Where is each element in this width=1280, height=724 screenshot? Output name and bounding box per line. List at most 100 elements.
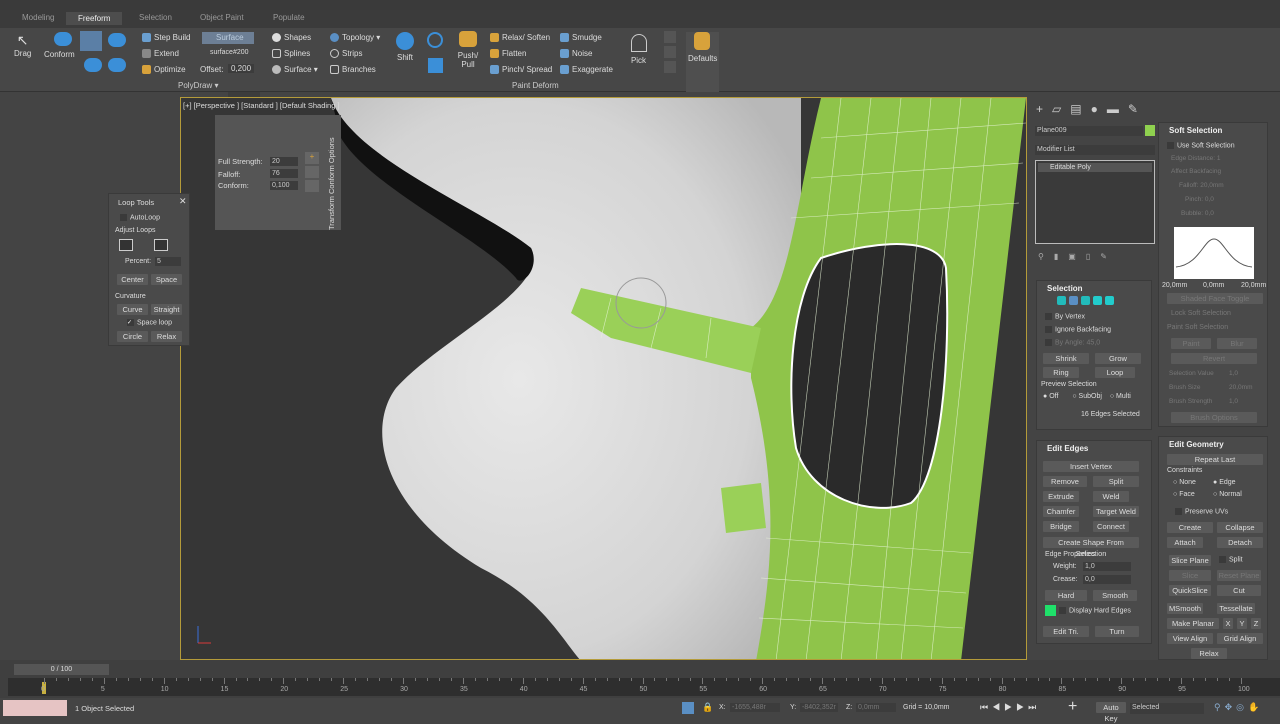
y-coordinate[interactable]: -8402,352r [800, 703, 838, 712]
pick-button[interactable]: Pick [630, 34, 647, 65]
branches-button[interactable]: Branches [330, 65, 376, 75]
selection-lock-icon[interactable] [682, 702, 694, 714]
y-button[interactable]: Y [1237, 618, 1247, 629]
relax-soften-button[interactable]: Relax/ Soften [490, 33, 550, 43]
element-icon[interactable] [1105, 296, 1114, 306]
preview-off-radio[interactable]: ● Off [1043, 393, 1058, 400]
loop-button[interactable]: Loop [1095, 367, 1135, 378]
repeat-last-button[interactable]: Repeat Last [1167, 454, 1263, 465]
set-key-icon[interactable]: + [1068, 698, 1077, 716]
make-planar-button[interactable]: Make Planar [1167, 618, 1219, 629]
preserve-uvs-checkbox[interactable]: Preserve UVs [1175, 508, 1228, 515]
polygon-icon[interactable] [1093, 296, 1102, 306]
conform-rotate-icon[interactable] [108, 33, 126, 47]
surface-pick-button[interactable]: Surface [202, 32, 254, 44]
flatten-button[interactable]: Flatten [490, 49, 526, 59]
grow-button[interactable]: Grow [1095, 353, 1141, 364]
brush-options-button[interactable]: Brush Options [1171, 412, 1257, 423]
pinch-spread-button[interactable]: Pinch/ Spread [490, 65, 552, 75]
surface-button[interactable]: Surface ▾ [272, 65, 318, 75]
lock-soft-selection-checkbox[interactable]: Lock Soft Selection [1171, 310, 1231, 317]
full-strength-input[interactable]: 20 [270, 157, 298, 166]
shift-button[interactable]: Shift [396, 32, 414, 62]
undo-icon[interactable] [664, 61, 676, 73]
x-coordinate[interactable]: -1655,488r [730, 703, 780, 712]
slice-button[interactable]: Slice [1169, 570, 1211, 581]
ring-button[interactable]: Ring [1043, 367, 1079, 378]
viewport-label[interactable]: [+] [Perspective ] [Standard ] [Default … [183, 101, 340, 110]
split-checkbox[interactable]: Split [1219, 556, 1243, 563]
conform-input[interactable]: 0,100 [270, 181, 298, 190]
create-shape-button[interactable]: Create Shape From Selection [1043, 537, 1139, 558]
extend-button[interactable]: Extend [142, 49, 179, 59]
shift-scale-icon[interactable] [428, 58, 443, 73]
conform-options-title[interactable]: Transform Conform Options [327, 137, 336, 230]
noise-button[interactable]: Noise [560, 49, 592, 59]
falloff-input[interactable]: 76 [270, 169, 298, 178]
stack-item-editable-poly[interactable]: Editable Poly [1038, 163, 1152, 172]
falloff-field[interactable]: Falloff: 20,0mm [1179, 182, 1224, 189]
viewport-nav-icons[interactable]: ⚲✥◎✋ [1214, 702, 1263, 713]
tab-object-paint[interactable]: Object Paint [200, 13, 244, 22]
edge-icon[interactable] [1069, 296, 1078, 306]
vertex-icon[interactable] [1057, 296, 1066, 306]
create-button[interactable]: Create [1167, 522, 1213, 533]
paint-button[interactable]: Paint [1171, 338, 1211, 349]
stack-tools[interactable]: ⚲▮▣▯✎ [1038, 252, 1117, 261]
constraint-normal-radio[interactable]: ○ Normal [1213, 491, 1242, 498]
quickslice-button[interactable]: QuickSlice [1169, 585, 1211, 596]
bridge-button[interactable]: Bridge [1043, 521, 1079, 532]
strips-button[interactable]: Strips [330, 49, 362, 59]
pinch-field[interactable]: Pinch: 0,0 [1185, 196, 1214, 203]
auto-key-button[interactable]: Auto Key [1096, 702, 1126, 723]
brush-size-input[interactable]: 20,0mm [1229, 384, 1252, 391]
by-vertex-checkbox[interactable]: By Vertex [1045, 313, 1085, 320]
check-icon[interactable] [664, 31, 676, 43]
sphere-icon[interactable] [305, 180, 319, 192]
tab-modeling[interactable]: Modeling [22, 13, 54, 22]
maxscript-listener[interactable] [3, 700, 67, 716]
close-icon[interactable]: ✕ [179, 196, 187, 207]
step-build-button[interactable]: Step Build [142, 33, 190, 43]
key-mode-dropdown[interactable]: Selected [1130, 703, 1204, 714]
hard-edge-color-swatch[interactable] [1045, 605, 1056, 616]
connect-button[interactable]: Connect [1093, 521, 1129, 532]
x-icon[interactable] [664, 46, 676, 58]
edge-distance[interactable]: Edge Distance: 1 [1171, 155, 1221, 162]
display-hard-edges-checkbox[interactable]: Display Hard Edges [1059, 607, 1131, 614]
revert-button[interactable]: Revert [1171, 353, 1257, 364]
remove-button[interactable]: Remove [1043, 476, 1087, 487]
center-button[interactable]: Center [117, 274, 148, 285]
chamfer-button[interactable]: Chamfer [1043, 506, 1079, 517]
object-name-input[interactable]: Plane009 [1035, 126, 1143, 136]
border-icon[interactable] [1081, 296, 1090, 306]
lock-icon[interactable]: 🔒 [702, 702, 713, 713]
relax-button[interactable]: Relax [1191, 648, 1227, 659]
attach-button[interactable]: Attach [1167, 537, 1203, 548]
space-loop-checkbox[interactable]: ✓ Space loop [127, 319, 172, 326]
slice-plane-button[interactable]: Slice Plane [1169, 555, 1211, 566]
curve-button[interactable]: Curve [117, 304, 148, 315]
weld-button[interactable]: Weld [1093, 491, 1129, 502]
straight-button[interactable]: Straight [151, 304, 182, 315]
use-soft-selection-checkbox[interactable]: Use Soft Selection [1167, 142, 1235, 149]
modifier-list-dropdown[interactable]: Modifier List [1035, 145, 1155, 155]
tab-selection[interactable]: Selection [139, 13, 172, 22]
turn-button[interactable]: Turn [1095, 626, 1139, 637]
conform-brush-icon[interactable] [108, 58, 126, 72]
by-angle-checkbox[interactable]: By Angle: 45,0 [1045, 339, 1100, 346]
x-button[interactable]: X [1223, 618, 1233, 629]
view-align-button[interactable]: View Align [1167, 633, 1213, 644]
bubble-field[interactable]: Bubble: 0,0 [1181, 210, 1214, 217]
constraint-none-radio[interactable]: ○ None [1173, 479, 1196, 486]
collapse-button[interactable]: Collapse [1217, 522, 1263, 533]
autoloop-checkbox[interactable]: AutoLoop [120, 214, 160, 221]
shift-rotate-icon[interactable] [427, 32, 443, 48]
selection-value-input[interactable]: 1,0 [1229, 370, 1238, 377]
playback-controls[interactable]: ⏮◀▶▶⏭ [980, 702, 1040, 713]
tessellate-button[interactable]: Tessellate [1217, 603, 1255, 614]
z-button[interactable]: Z [1251, 618, 1261, 629]
smooth-button[interactable]: Smooth [1093, 590, 1137, 601]
percent-input[interactable]: 5 [155, 257, 181, 266]
weight-input[interactable]: 1,0 [1083, 562, 1131, 571]
